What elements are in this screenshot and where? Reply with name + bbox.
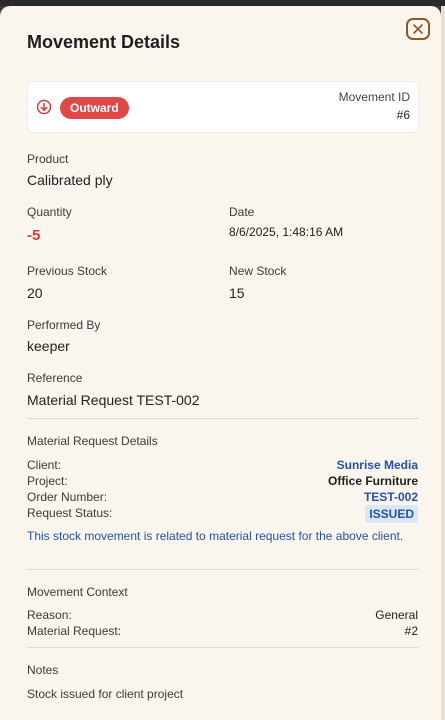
new-stock-value: 15: [229, 285, 245, 301]
previous-stock-label: Previous Stock: [27, 264, 108, 278]
performed-by-value: keeper: [27, 338, 70, 354]
material-request-value: #2: [404, 624, 418, 638]
notes-text: Stock issued for client project: [27, 687, 184, 701]
product-value: Calibrated ply: [27, 172, 113, 188]
order-number-link[interactable]: TEST-002: [364, 490, 418, 504]
project-label: Project:: [27, 474, 68, 488]
material-request-section-title: Material Request Details: [27, 434, 158, 448]
request-status-label: Request Status:: [27, 506, 113, 520]
new-stock-label: New Stock: [229, 264, 287, 278]
reason-value: General: [375, 608, 418, 622]
performed-by-label: Performed By: [27, 318, 101, 332]
scrollbar[interactable]: [441, 6, 445, 720]
client-label: Client:: [27, 458, 62, 472]
close-icon: [413, 24, 423, 34]
divider: [27, 418, 419, 419]
reason-label: Reason:: [27, 608, 72, 622]
movement-id-value: #6: [396, 108, 410, 122]
previous-stock-value: 20: [27, 285, 43, 301]
arrow-down-circle-icon: [36, 99, 52, 115]
movement-summary-card: Outward Movement ID #6: [27, 81, 419, 133]
date-value: 8/6/2025, 1:48:16 AM: [229, 225, 344, 239]
reference-value: Material Request TEST-002: [27, 392, 200, 408]
movement-id-label: Movement ID: [338, 90, 410, 104]
date-label: Date: [229, 205, 255, 219]
order-number-label: Order Number:: [27, 490, 108, 504]
notes-section-title: Notes: [27, 663, 59, 677]
reference-label: Reference: [27, 371, 83, 385]
divider: [27, 647, 419, 648]
direction-badge: Outward: [60, 97, 129, 119]
material-request-label: Material Request:: [27, 624, 122, 638]
quantity-value: -5: [27, 227, 41, 244]
modal-title: Movement Details: [27, 32, 181, 52]
material-request-note: This stock movement is related to materi…: [27, 529, 404, 543]
divider: [27, 569, 419, 570]
quantity-label: Quantity: [27, 205, 72, 219]
client-link[interactable]: Sunrise Media: [337, 458, 418, 472]
project-value: Office Furniture: [327, 474, 418, 488]
movement-context-section-title: Movement Context: [27, 585, 128, 599]
close-button[interactable]: [406, 18, 430, 40]
request-status-badge: ISSUED: [365, 505, 418, 523]
product-label: Product: [27, 152, 69, 166]
